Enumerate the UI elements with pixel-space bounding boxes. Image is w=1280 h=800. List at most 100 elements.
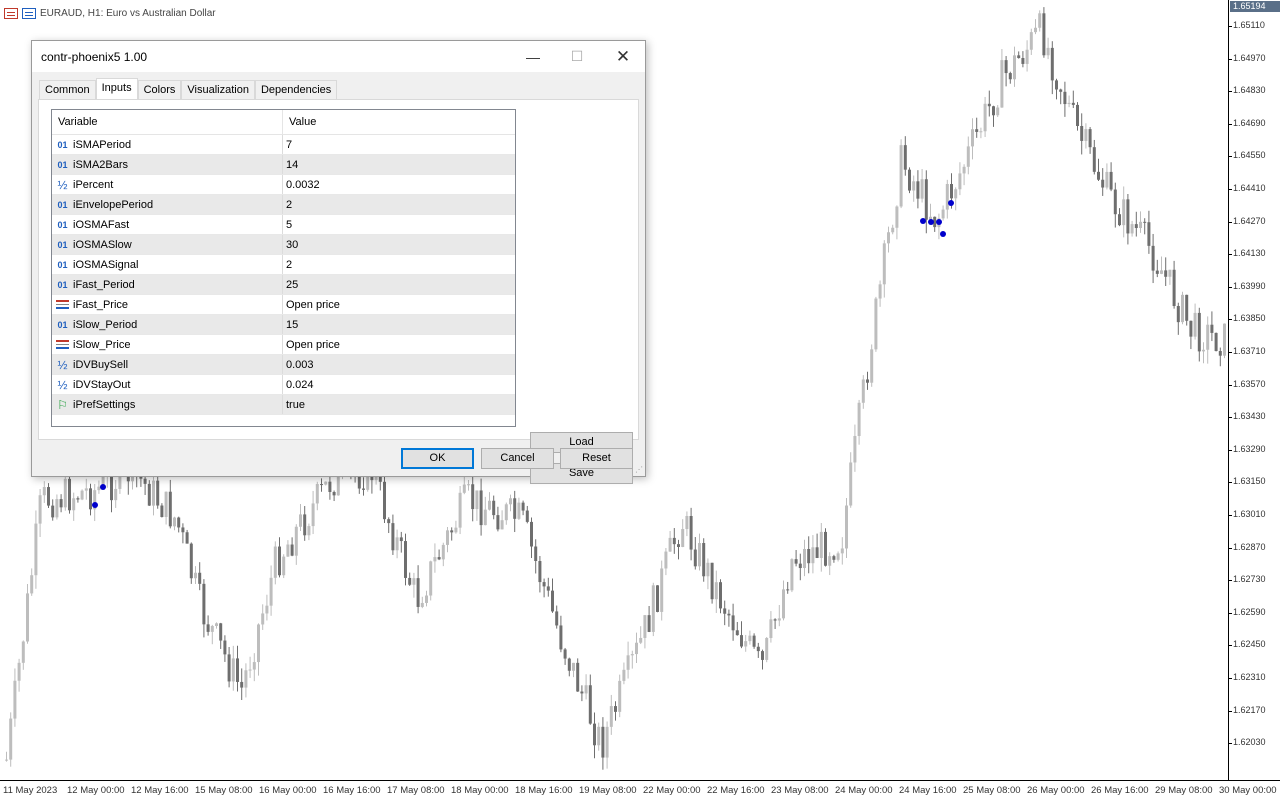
candle-body [425, 595, 428, 603]
candle-body [992, 106, 995, 116]
candle-body [471, 484, 475, 510]
candle-body [895, 206, 899, 228]
price-tick-label: 1.62450 [1229, 639, 1266, 650]
dialog-titlebar[interactable]: contr-phoenix5 1.00 — ☐ ✕ [32, 41, 645, 72]
candle-body [870, 349, 874, 383]
candle-body [542, 582, 546, 587]
tab-visualization[interactable]: Visualization [181, 80, 255, 99]
int-type-icon: 01 [57, 139, 68, 150]
candle-body [55, 499, 59, 518]
candle-body [647, 615, 651, 632]
candle-body [38, 495, 42, 524]
minimize-icon[interactable]: — [510, 41, 556, 72]
candle-body [622, 669, 626, 681]
time-tick-label: 24 May 16:00 [899, 785, 957, 796]
value-cell[interactable]: Open price [283, 295, 515, 314]
candle-body [441, 544, 445, 560]
candle-body [534, 546, 538, 562]
candle-body [525, 510, 529, 522]
candle-body [454, 527, 458, 533]
candle-body [219, 623, 223, 641]
table-row[interactable]: 01 iOSMAFast 5 [52, 215, 515, 235]
close-icon[interactable]: ✕ [600, 41, 646, 72]
candle-body [689, 515, 693, 550]
table-row[interactable]: iFast_Price Open price [52, 295, 515, 315]
value-cell[interactable]: true [283, 395, 515, 414]
candle-body [189, 543, 193, 579]
tab-dependencies[interactable]: Dependencies [254, 80, 338, 99]
resize-grip-icon[interactable]: ⋰ [635, 466, 643, 474]
int-type-icon: 01 [57, 259, 68, 270]
table-row[interactable]: 01 iFast_Period 25 [52, 275, 515, 295]
candle-body [1122, 199, 1126, 226]
value-cell[interactable]: 2 [283, 255, 515, 274]
tab-colors[interactable]: Colors [137, 80, 182, 99]
signal-dot [100, 484, 106, 490]
tab-common[interactable]: Common [39, 80, 96, 99]
candle-body [5, 759, 8, 761]
candle-body [513, 498, 517, 519]
candle-body [819, 531, 823, 558]
cancel-button[interactable]: Cancel [481, 448, 554, 469]
table-row[interactable]: ½ iDVStayOut 0.024 [52, 375, 515, 395]
candle-body [1210, 324, 1214, 333]
value-cell[interactable]: 5 [283, 215, 515, 234]
candle-body [42, 487, 46, 496]
candle-body [803, 548, 806, 569]
candle-body [1130, 224, 1134, 234]
value-cell[interactable]: 0.003 [283, 355, 515, 374]
candle-body [1017, 55, 1021, 59]
candle-body [1080, 126, 1084, 141]
candle-body [1109, 171, 1113, 190]
candle-body [332, 491, 336, 496]
column-header-value[interactable]: Value [283, 110, 515, 134]
candle-body [765, 638, 769, 660]
table-row[interactable]: 01 iOSMASlow 30 [52, 235, 515, 255]
time-tick-label: 29 May 08:00 [1155, 785, 1213, 796]
candle-body [1214, 332, 1218, 352]
candle-body [572, 662, 575, 671]
value-cell[interactable]: 15 [283, 315, 515, 334]
value-cell[interactable]: 14 [283, 155, 515, 174]
table-row[interactable]: 01 iSlow_Period 15 [52, 315, 515, 335]
table-row[interactable]: ½ iDVBuySell 0.003 [52, 355, 515, 375]
value-cell[interactable]: 7 [283, 135, 515, 154]
candle-body [1059, 89, 1063, 92]
value-cell[interactable]: 30 [283, 235, 515, 254]
ok-button[interactable]: OK [401, 448, 474, 469]
value-cell[interactable]: Open price [283, 335, 515, 354]
candle-body [601, 726, 605, 758]
candle-body [450, 530, 454, 533]
candle-body [1172, 269, 1176, 307]
candle-body [202, 583, 206, 625]
price-tick-label: 1.64130 [1229, 248, 1266, 259]
table-row[interactable]: ½ iPercent 0.0032 [52, 175, 515, 195]
value-cell[interactable]: 0.024 [283, 375, 515, 394]
candle-body [152, 480, 155, 506]
inputs-table[interactable]: Variable Value 01 iSMAPeriod 7 01 iSMA2Bars 1… [51, 109, 516, 427]
candle-body [173, 517, 176, 527]
value-cell[interactable]: 0.0032 [283, 175, 515, 194]
reset-button[interactable]: Reset [560, 448, 633, 469]
column-header-variable[interactable]: Variable [52, 110, 283, 134]
candle-body [702, 543, 706, 577]
candle-body [168, 491, 172, 527]
table-row[interactable]: 01 iSMA2Bars 14 [52, 155, 515, 175]
table-row[interactable]: 01 iSMAPeriod 7 [52, 135, 515, 155]
chart-menu-icon[interactable] [4, 7, 18, 19]
value-cell[interactable]: 25 [283, 275, 515, 294]
candle-body [483, 509, 487, 526]
table-row[interactable]: 01 iOSMASignal 2 [52, 255, 515, 275]
table-row[interactable]: 01 iEnvelopePeriod 2 [52, 195, 515, 215]
table-row[interactable]: iSlow_Price Open price [52, 335, 515, 355]
candle-body [672, 537, 676, 545]
value-cell[interactable]: 2 [283, 195, 515, 214]
table-row[interactable]: ⚐ iPrefSettings true [52, 395, 515, 415]
candle-body [1038, 13, 1042, 28]
candle-body [685, 515, 689, 530]
tab-inputs[interactable]: Inputs [95, 78, 138, 99]
price-tick-label: 1.63850 [1229, 313, 1266, 324]
candle-body [315, 484, 319, 504]
candle-body [874, 298, 878, 350]
chart-properties-icon[interactable] [22, 7, 36, 19]
